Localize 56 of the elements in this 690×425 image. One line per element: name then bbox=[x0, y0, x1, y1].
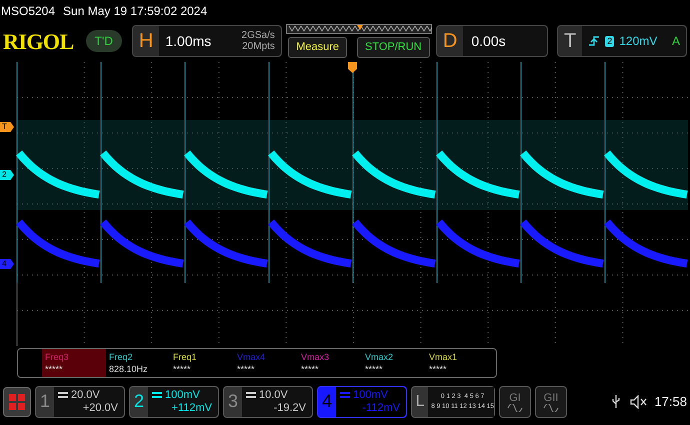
measurement-value: ***** bbox=[237, 363, 256, 375]
clock-time: 17:58 bbox=[654, 392, 687, 411]
measurement-label: Vmax3 bbox=[301, 351, 330, 363]
trigger-level: 120mV bbox=[619, 33, 658, 50]
horizontal-panel[interactable]: H 1.00ms 2GSa/s 20Mpts bbox=[132, 25, 282, 57]
trigger-position-icon bbox=[348, 62, 357, 73]
measurement-item[interactable]: Vmax3 ***** bbox=[298, 349, 362, 377]
td-badge[interactable]: T'D bbox=[86, 30, 122, 52]
date-time: Sun May 19 17:59:02 2024 bbox=[63, 3, 208, 20]
channel-marker[interactable]: T bbox=[0, 122, 14, 132]
measurement-label: Vmax2 bbox=[365, 351, 394, 363]
measurement-label: Freq1 bbox=[173, 351, 198, 363]
measurement-label: Vmax4 bbox=[237, 351, 266, 363]
measurement-item[interactable]: Freq3 ***** bbox=[42, 349, 106, 377]
channel-button[interactable]: 3 10.0V -19.2V bbox=[223, 386, 313, 418]
channel-button[interactable]: 1 20.0V +20.0V bbox=[35, 386, 125, 418]
channel-button[interactable]: 2 100mV +112mV bbox=[129, 386, 219, 418]
measurement-value: ***** bbox=[365, 363, 384, 375]
measurement-value: 828.10Hz bbox=[109, 363, 149, 375]
measurement-label: Vmax1 bbox=[429, 351, 458, 363]
rising-edge-icon bbox=[588, 35, 600, 47]
home-button[interactable] bbox=[3, 386, 31, 416]
timebase-value: 1.00ms bbox=[165, 32, 212, 50]
measurement-item[interactable]: Vmax1 ***** bbox=[426, 349, 490, 377]
trigger-mode: A bbox=[672, 33, 680, 50]
channel-marker[interactable]: 2 bbox=[0, 170, 14, 180]
measurement-value: ***** bbox=[45, 363, 64, 375]
trigger-panel[interactable]: T 2 120mV A bbox=[557, 25, 687, 57]
model-name: MSO5204 bbox=[1, 3, 56, 20]
measurement-item[interactable]: Vmax4 ***** bbox=[234, 349, 298, 377]
measurement-item[interactable]: Freq2 828.10Hz bbox=[106, 349, 170, 377]
measurement-item[interactable]: Vmax2 ***** bbox=[362, 349, 426, 377]
measurement-value: ***** bbox=[173, 363, 192, 375]
delay-value: 0.00s bbox=[471, 32, 506, 50]
trigger-label: T bbox=[563, 29, 578, 54]
delay-label: D bbox=[442, 29, 458, 54]
brand-logo: RIGOL bbox=[3, 28, 74, 56]
measurement-value: ***** bbox=[301, 363, 320, 375]
sine-wave-icon bbox=[507, 404, 523, 412]
measurement-value: ***** bbox=[429, 363, 448, 375]
grid-icon bbox=[9, 394, 25, 410]
horizontal-label: H bbox=[138, 29, 154, 54]
trigger-source: 2 bbox=[605, 36, 614, 46]
sine-wave-icon bbox=[543, 404, 559, 412]
measurement-item[interactable]: Freq1 ***** bbox=[170, 349, 234, 377]
generator-button[interactable]: GI bbox=[499, 386, 531, 418]
sample-rate: 2GSa/s bbox=[242, 30, 275, 41]
measurement-label: Freq3 bbox=[45, 351, 70, 363]
delay-panel[interactable]: D 0.00s bbox=[436, 25, 548, 57]
measure-button[interactable]: Measure bbox=[288, 37, 347, 58]
generator-button[interactable]: GII bbox=[535, 386, 567, 418]
stop-run-button[interactable]: STOP/RUN bbox=[356, 37, 430, 58]
usb-icon bbox=[612, 394, 620, 408]
measurement-label: Freq2 bbox=[109, 351, 134, 363]
memory-depth: 20Mpts bbox=[242, 41, 275, 52]
speaker-muted-icon[interactable] bbox=[630, 394, 648, 408]
